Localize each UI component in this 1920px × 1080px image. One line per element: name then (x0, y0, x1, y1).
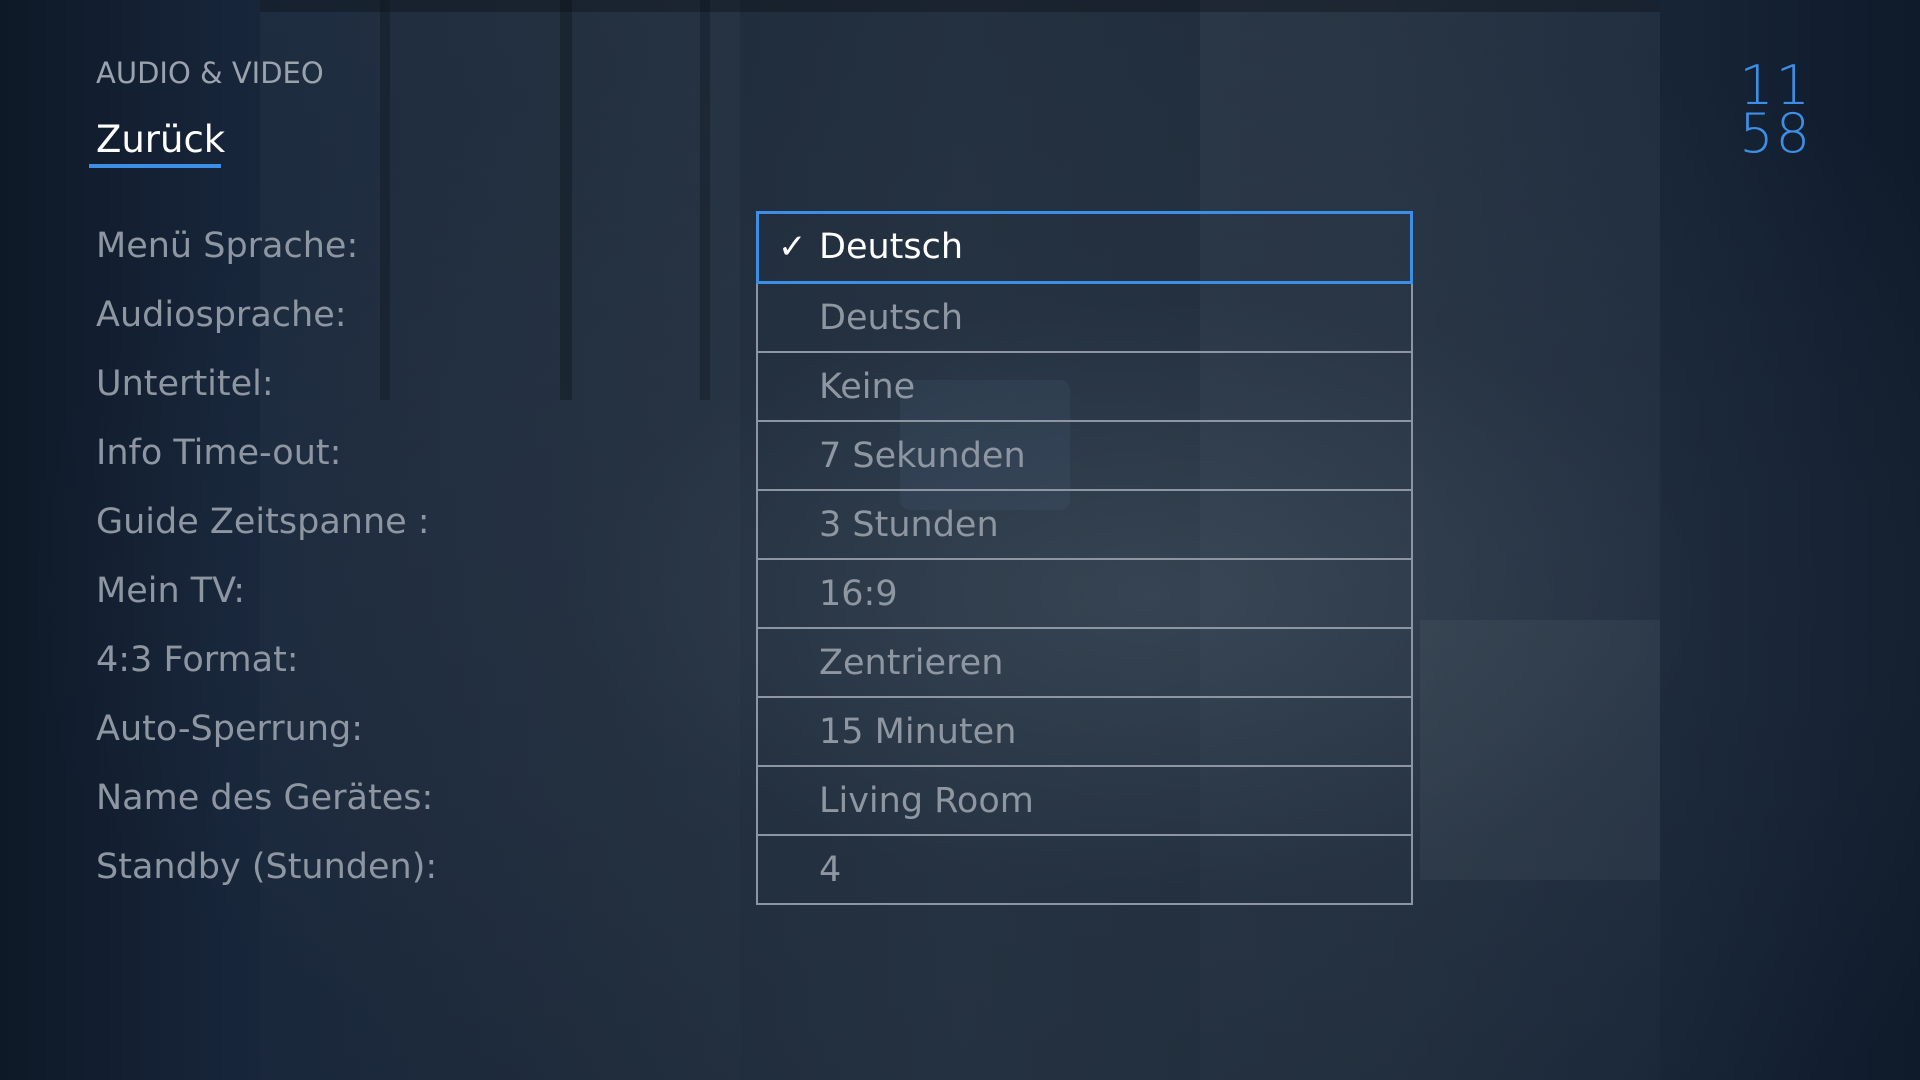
background-video-region (700, 0, 710, 400)
section-title: AUDIO & VIDEO (96, 56, 324, 90)
setting-value-text: Living Room (819, 781, 1034, 821)
setting-value-info-timeout[interactable]: 7 Sekunden (758, 420, 1411, 489)
setting-value-audio-language[interactable]: Deutsch (758, 282, 1411, 351)
setting-value-standby[interactable]: 4 (758, 834, 1411, 903)
setting-value-text: Zentrieren (819, 643, 1004, 683)
setting-value-text: 3 Stunden (819, 505, 999, 545)
settings-labels: Menü Sprache: Audiosprache: Untertitel: … (96, 212, 437, 902)
setting-label-menu-language: Menü Sprache: (96, 226, 359, 266)
setting-value-text: 16:9 (819, 574, 898, 614)
setting-label-audio-language: Audiosprache: (96, 295, 347, 335)
check-icon: ✓ (778, 227, 807, 267)
setting-value-menu-language[interactable]: ✓ Deutsch (756, 211, 1413, 284)
setting-value-subtitles[interactable]: Keine (758, 351, 1411, 420)
setting-label-auto-lock: Auto-Sperrung: (96, 709, 364, 749)
setting-value-text: Keine (819, 367, 916, 407)
setting-label-43-format: 4:3 Format: (96, 640, 299, 680)
setting-label-subtitles: Untertitel: (96, 364, 274, 404)
settings-value-list: ✓ Deutsch Deutsch Keine 7 Sekunden 3 Stu… (756, 211, 1413, 905)
setting-value-text: 7 Sekunden (819, 436, 1026, 476)
setting-value-text: 15 Minuten (819, 712, 1017, 752)
setting-label-my-tv: Mein TV: (96, 571, 246, 611)
clock: 11 58 (1692, 59, 1812, 165)
background-video-region (1420, 620, 1660, 880)
setting-label-guide-timespan: Guide Zeitspanne : (96, 502, 430, 542)
back-button-underline (89, 164, 221, 168)
clock-minutes: 58 (1739, 102, 1812, 165)
setting-label-device-name: Name des Gerätes: (96, 778, 434, 818)
setting-value-my-tv[interactable]: 16:9 (758, 558, 1411, 627)
setting-label-info-timeout: Info Time-out: (96, 433, 342, 473)
setting-label-standby: Standby (Stunden): (96, 847, 438, 887)
settings-screen: AUDIO & VIDEO Zurück 11 58 Menü Sprache:… (0, 0, 1920, 1080)
background-video-region (560, 0, 572, 400)
setting-value-text: Deutsch (819, 227, 964, 267)
setting-value-auto-lock[interactable]: 15 Minuten (758, 696, 1411, 765)
setting-value-device-name[interactable]: Living Room (758, 765, 1411, 834)
setting-value-text: 4 (819, 850, 842, 890)
setting-value-43-format[interactable]: Zentrieren (758, 627, 1411, 696)
back-button[interactable]: Zurück (96, 118, 225, 161)
setting-value-guide-timespan[interactable]: 3 Stunden (758, 489, 1411, 558)
background-video-region (260, 0, 1660, 12)
setting-value-text: Deutsch (819, 298, 964, 338)
